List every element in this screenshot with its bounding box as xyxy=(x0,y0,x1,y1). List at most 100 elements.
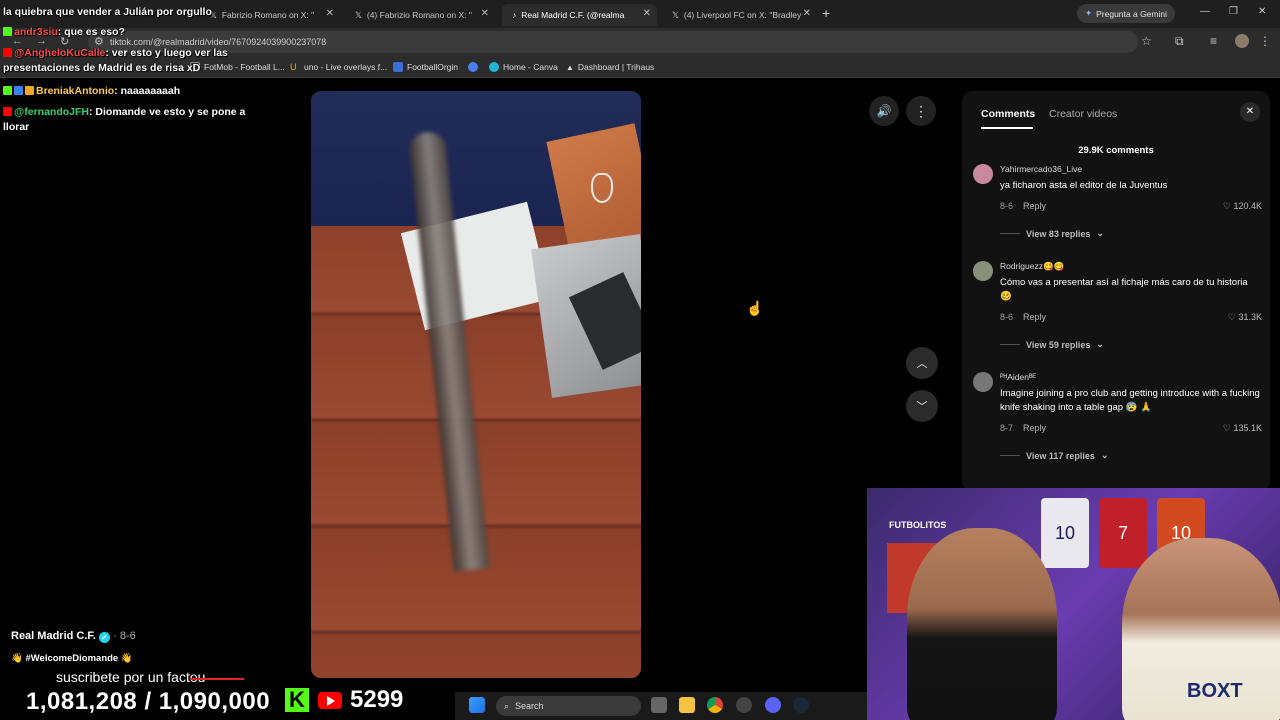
chat-message: andr3siu: que es eso? xyxy=(3,25,125,40)
tab-liverpool[interactable]: 𝕏 (4) Liverpool FC on X: "Bradley ✕ xyxy=(662,4,817,26)
active-tab-indicator xyxy=(981,127,1033,129)
bookmark-uno[interactable]: Uuno - Live overlays f... xyxy=(290,62,387,72)
webcam-overlay: FUTBOLITOS 10 7 10 BOXT xyxy=(867,488,1280,720)
view-replies-label: View 83 replies xyxy=(1026,228,1091,239)
framed-jersey: 10 xyxy=(1041,498,1089,568)
author-name: Real Madrid C.F. xyxy=(11,630,96,642)
subtitle-underline xyxy=(190,678,244,680)
app-icon[interactable] xyxy=(736,697,752,713)
avatar[interactable] xyxy=(973,372,993,392)
avatar[interactable] xyxy=(973,261,993,281)
bookmark-label: FootballOrgin xyxy=(407,62,459,72)
avatar[interactable] xyxy=(973,164,993,184)
comment-username[interactable]: Yahirmercado36_Live xyxy=(1000,164,1082,174)
hand-cursor-icon: ☝ xyxy=(746,300,764,316)
steam-icon[interactable] xyxy=(793,697,809,713)
tab-real-madrid[interactable]: ♪ Real Madrid C.F. (@realma ✕ xyxy=(502,4,657,26)
like-button[interactable]: ♡ 135.1K xyxy=(1223,423,1262,434)
post-date: 8-6 xyxy=(119,630,136,642)
tab-label: Real Madrid C.F. (@realma xyxy=(521,10,625,20)
reply-button[interactable]: Reply xyxy=(1023,201,1046,211)
comment-username[interactable]: ᴾᴴAidenᴮᴱ xyxy=(1000,372,1036,382)
view-replies-button[interactable]: View 83 replies ⌄ xyxy=(1000,228,1104,239)
gemini-button[interactable]: ✦ Pregunta a Gemini xyxy=(1077,4,1175,23)
like-button[interactable]: ♡ 31.3K xyxy=(1228,312,1262,323)
youtube-badge-icon xyxy=(3,107,12,116)
chrome-icon[interactable] xyxy=(707,697,723,713)
tab-fabrizio-2[interactable]: 𝕏 (4) Fabrizio Romano on X: " ✕ xyxy=(345,4,495,26)
follower-goal: 1,081,208 / 1,090,000 xyxy=(26,688,270,716)
follower-count: 1,081,208 xyxy=(26,688,138,715)
bookmark-canva[interactable]: Home - Canva xyxy=(489,62,558,72)
overlay-subtitle: suscribete por un factou xyxy=(56,669,206,685)
like-button[interactable]: ♡ 120.4K xyxy=(1223,201,1262,212)
real-madrid-crest-icon xyxy=(591,173,613,203)
video-author[interactable]: Real Madrid C.F. ✓ · 8-6 xyxy=(11,630,136,643)
gemini-icon: ✦ xyxy=(1085,8,1093,18)
chevron-down-icon: ⌄ xyxy=(1096,228,1104,238)
bookmark-label: Dashboard | Trihaus xyxy=(577,62,655,72)
chat-text: : que es eso? xyxy=(57,26,125,38)
chat-message: @AngheloKuCalle: ver esto y luego ver la… xyxy=(3,46,263,76)
close-comments-icon[interactable]: ✕ xyxy=(1240,102,1260,122)
shirt-sponsor: BOXT xyxy=(1187,680,1243,702)
tab-label: (4) Liverpool FC on X: "Bradley xyxy=(683,10,802,20)
comment-item: Yahirmercado36_Live ya ficharon asta el … xyxy=(972,164,1262,244)
tab-label-overlay: la quiebra que vender a Julián por orgul… xyxy=(3,6,212,18)
extensions-icon[interactable]: ⧉ xyxy=(1175,34,1184,49)
bookmark-trihaus[interactable]: ▲ Dashboard | Trihaus xyxy=(566,62,654,72)
chat-title-overlay: la quiebra que vender a Julián por orgul… xyxy=(3,5,263,20)
chat-message: @fernandoJFH: Diomande ve esto y se pone… xyxy=(3,105,273,135)
reply-button[interactable]: Reply xyxy=(1023,423,1046,433)
more-options-icon[interactable]: ⋮ xyxy=(906,96,936,126)
bookmark-footballorgin[interactable]: FootballOrgin xyxy=(393,62,458,72)
task-view-icon[interactable] xyxy=(651,697,667,713)
close-icon[interactable]: ✕ xyxy=(481,8,489,19)
volume-icon[interactable]: 🔊 xyxy=(869,96,899,126)
media-icon[interactable]: ≡ xyxy=(1210,34,1217,48)
sub-badge-icon xyxy=(25,86,34,95)
tab-comments[interactable]: Comments xyxy=(981,108,1035,120)
close-icon[interactable]: ✕ xyxy=(326,8,334,19)
kick-badge-icon xyxy=(3,86,12,95)
chat-text: : naaaaaaaah xyxy=(114,85,181,97)
windows-taskbar: ⌕ Search xyxy=(455,692,867,720)
close-icon[interactable]: ✕ xyxy=(643,8,651,19)
tab-creator-videos[interactable]: Creator videos xyxy=(1049,108,1117,120)
previous-video-icon[interactable]: ︿ xyxy=(906,347,938,379)
comment-text: Cómo vas a presentar así al fichaje más … xyxy=(1000,277,1248,302)
kick-logo-icon: K xyxy=(285,688,309,712)
profile-avatar[interactable] xyxy=(1235,34,1249,48)
youtube-logo-icon xyxy=(318,692,342,709)
search-label: Search xyxy=(515,701,544,711)
windows-start-icon[interactable] xyxy=(469,697,485,713)
next-video-icon[interactable]: ﹀ xyxy=(906,390,938,422)
view-replies-button[interactable]: View 117 replies ⌄ xyxy=(1000,450,1108,461)
uno-icon: U xyxy=(290,62,297,72)
bookmark-label: Home - Canva xyxy=(503,62,558,72)
mod-badge-icon xyxy=(14,86,23,95)
youtube-badge-icon xyxy=(3,48,12,57)
reply-button[interactable]: Reply xyxy=(1023,312,1046,322)
taskbar-search[interactable]: ⌕ Search xyxy=(496,696,641,716)
video-caption: 👋 #WelcomeDiomande 👋 xyxy=(11,653,133,664)
file-explorer-icon[interactable] xyxy=(679,697,695,713)
close-window-icon[interactable]: ✕ xyxy=(1258,6,1266,17)
comment-text: Imagine joining a pro club and getting i… xyxy=(1000,388,1260,413)
tiktok-video[interactable] xyxy=(311,91,641,678)
comment-date: 8-7 xyxy=(1000,423,1014,433)
bookmark-blue[interactable] xyxy=(468,62,478,72)
view-replies-button[interactable]: View 59 replies ⌄ xyxy=(1000,339,1104,350)
bookmark-star-icon[interactable]: ☆ xyxy=(1141,34,1152,48)
comment-username[interactable]: Rodriguezz😋😋 xyxy=(1000,261,1064,272)
verified-icon xyxy=(468,62,478,72)
discord-icon[interactable] xyxy=(765,697,781,713)
menu-icon[interactable]: ⋮ xyxy=(1259,34,1271,48)
like-count: 135.1K xyxy=(1233,423,1262,433)
restore-icon[interactable]: ❐ xyxy=(1229,6,1238,17)
minimize-icon[interactable]: — xyxy=(1200,6,1210,17)
close-icon[interactable]: ✕ xyxy=(803,8,811,19)
comment-count: 29.9K comments xyxy=(1078,145,1154,156)
new-tab-icon[interactable]: + xyxy=(822,5,830,21)
search-icon: ⌕ xyxy=(504,700,510,711)
